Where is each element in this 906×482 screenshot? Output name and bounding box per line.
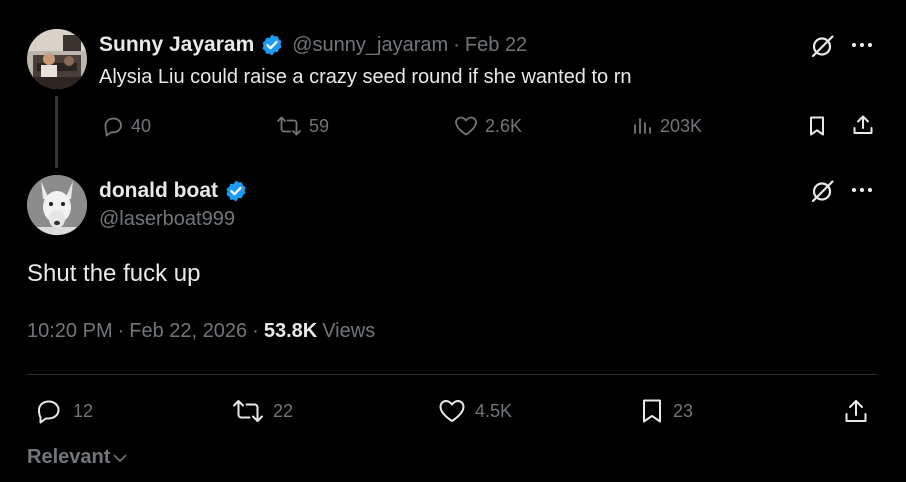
parent-handle[interactable]: @sunny_jayaram xyxy=(292,34,448,57)
main-share-button[interactable] xyxy=(842,397,870,425)
parent-avatar[interactable] xyxy=(27,29,87,89)
main-repost-button[interactable]: 22 xyxy=(231,397,293,425)
repost-icon xyxy=(275,114,303,138)
sort-label: Relevant xyxy=(27,446,111,468)
parent-share-button[interactable] xyxy=(850,113,876,137)
share-icon xyxy=(850,113,876,137)
parent-like-button[interactable]: 2.6K xyxy=(453,114,522,138)
verified-badge-icon xyxy=(260,33,284,57)
parent-tweet-header: Sunny Jayaram @sunny_jayaram · Feb 22 xyxy=(99,31,527,59)
bookmark-icon xyxy=(639,397,665,425)
main-like-count: 4.5K xyxy=(475,400,513,421)
main-tweet-meta: 10:20 PM · Feb 22, 2026 · 53.8K Views xyxy=(27,320,375,343)
main-tweet-text: Shut the fuck up xyxy=(27,260,201,287)
main-bookmark-count: 23 xyxy=(673,400,694,421)
views-icon xyxy=(632,114,654,138)
parent-repost-count: 59 xyxy=(309,115,330,136)
more-icon[interactable] xyxy=(851,187,873,193)
parent-views-button[interactable]: 203K xyxy=(632,114,702,138)
grok-icon[interactable] xyxy=(810,178,836,204)
verified-badge-icon xyxy=(224,179,248,203)
meta-separator: · xyxy=(252,320,259,342)
main-like-button[interactable]: 4.5K xyxy=(437,397,512,425)
main-repost-count: 22 xyxy=(273,400,294,421)
meta-separator: · xyxy=(117,320,125,342)
main-views-count[interactable]: 53.8K xyxy=(264,320,317,343)
parent-date[interactable]: Feb 22 xyxy=(465,34,527,57)
thread-connector-line xyxy=(55,96,58,168)
main-handle[interactable]: @laserboat999 xyxy=(99,208,235,231)
parent-reply-button[interactable]: 40 xyxy=(101,114,151,138)
parent-repost-button[interactable]: 59 xyxy=(275,114,329,138)
main-avatar[interactable] xyxy=(27,175,87,235)
more-icon[interactable] xyxy=(851,42,873,48)
parent-separator: · xyxy=(453,33,460,56)
reply-icon xyxy=(35,397,65,425)
parent-reply-count: 40 xyxy=(131,115,152,136)
sort-dropdown[interactable]: Relevant xyxy=(27,446,128,469)
like-icon xyxy=(437,397,467,425)
grok-icon[interactable] xyxy=(810,33,836,59)
main-views-label[interactable]: Views xyxy=(322,320,375,343)
main-reply-count: 12 xyxy=(73,400,94,421)
parent-like-count: 2.6K xyxy=(485,115,523,136)
main-reply-button[interactable]: 12 xyxy=(35,397,93,425)
parent-tweet-text: Alysia Liu could raise a crazy seed roun… xyxy=(99,66,632,88)
main-tweet-date[interactable]: Feb 22, 2026 xyxy=(129,320,247,343)
like-icon xyxy=(453,114,479,138)
main-avatar-image xyxy=(27,175,87,235)
main-author-name[interactable]: donald boat xyxy=(99,179,218,203)
repost-icon xyxy=(231,397,265,425)
main-bookmark-button[interactable]: 23 xyxy=(639,397,693,425)
divider xyxy=(27,374,877,375)
parent-bookmark-button[interactable] xyxy=(806,114,828,138)
chevron-down-icon xyxy=(112,450,128,466)
share-icon xyxy=(842,397,870,425)
parent-author-name[interactable]: Sunny Jayaram xyxy=(99,33,254,57)
parent-avatar-image xyxy=(27,29,87,89)
reply-icon xyxy=(101,114,125,138)
bookmark-icon xyxy=(806,114,828,138)
main-tweet-time[interactable]: 10:20 PM xyxy=(27,320,113,343)
main-tweet-header: donald boat xyxy=(99,177,248,205)
parent-views-count: 203K xyxy=(660,115,703,136)
